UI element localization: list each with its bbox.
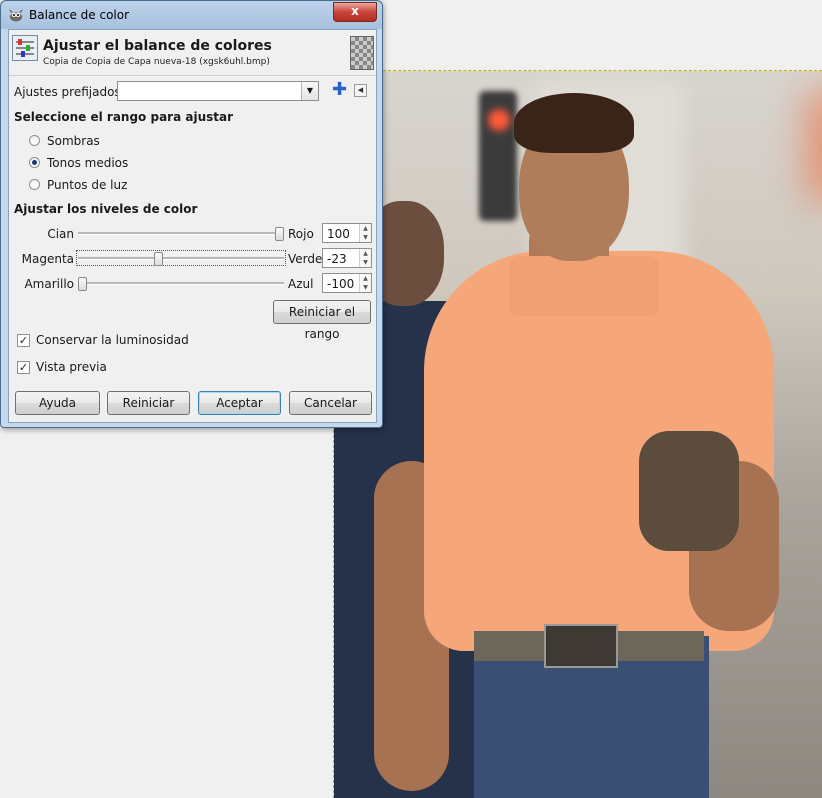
radio-shadows[interactable]: [29, 135, 40, 146]
yellow-blue-slider[interactable]: [78, 277, 284, 291]
window-title: Balance de color: [29, 8, 130, 22]
cyan-red-slider[interactable]: [78, 227, 284, 241]
cyan-red-value[interactable]: 100: [327, 227, 350, 241]
magenta-green-spinbox[interactable]: -23 ▲ ▼: [322, 248, 372, 268]
slider-green-label: Verde: [288, 252, 323, 266]
preserve-luminosity-checkbox[interactable]: ✓: [17, 334, 30, 347]
chevron-down-icon[interactable]: ▼: [301, 82, 318, 100]
spin-arrows-icon[interactable]: ▲ ▼: [359, 224, 371, 242]
radio-midtones-label[interactable]: Tonos medios: [47, 156, 128, 170]
reset-button[interactable]: Reiniciar: [107, 391, 190, 415]
photo-collar: [509, 256, 659, 316]
radio-shadows-label[interactable]: Sombras: [47, 134, 100, 148]
magenta-green-value[interactable]: -23: [327, 252, 347, 266]
slider-thumb[interactable]: [275, 227, 284, 241]
spin-arrows-icon[interactable]: ▲ ▼: [359, 274, 371, 292]
slider-track: [78, 282, 284, 285]
radio-midtones[interactable]: [29, 157, 40, 168]
photo-bag: [639, 431, 739, 551]
image-canvas[interactable]: [334, 71, 822, 798]
photo-hair: [514, 93, 634, 153]
presets-label: Ajustes prefijados:: [14, 85, 125, 99]
layer-thumbnail: [350, 36, 374, 70]
color-balance-dialog: Balance de color x Ajustar el balance de…: [0, 0, 383, 428]
presets-combo[interactable]: ▼: [117, 81, 319, 101]
layer-name: Copia de Copia de Capa nueva-18 (xgsk6uh…: [43, 57, 270, 67]
slider-thumb[interactable]: [154, 252, 163, 266]
slider-magenta-label: Magenta: [21, 252, 74, 266]
header-separator: [9, 75, 376, 76]
dialog-header: Ajustar el balance de colores Copia de C…: [9, 30, 376, 76]
cancel-button[interactable]: Cancelar: [289, 391, 372, 415]
gimp-wilber-icon: [9, 9, 23, 22]
slider-red-label: Rojo: [288, 227, 314, 241]
preset-menu-icon[interactable]: ◀: [354, 84, 367, 97]
photo-belt-buckle: [544, 624, 618, 668]
title-bar[interactable]: Balance de color x: [1, 1, 382, 29]
preview-label[interactable]: Vista previa: [36, 360, 107, 374]
photo-traffic-light-lamp: [488, 109, 510, 131]
reset-range-button[interactable]: Reiniciar el rango: [273, 300, 371, 341]
yellow-blue-spinbox[interactable]: -100 ▲ ▼: [322, 273, 372, 293]
color-balance-icon: [12, 35, 38, 61]
slider-yellow-label: Amarillo: [24, 277, 74, 291]
cyan-red-spinbox[interactable]: 100 ▲ ▼: [322, 223, 372, 243]
slider-thumb[interactable]: [78, 277, 87, 291]
photo-background-sign: [804, 91, 822, 201]
dialog-heading: Ajustar el balance de colores: [43, 38, 272, 54]
magenta-green-slider[interactable]: [76, 250, 286, 266]
range-heading: Seleccione el rango para ajustar: [14, 110, 234, 124]
spin-arrows-icon[interactable]: ▲ ▼: [359, 249, 371, 267]
preview-checkbox[interactable]: ✓: [17, 361, 30, 374]
add-preset-icon[interactable]: ✚: [332, 80, 347, 100]
slider-cyan-label: Cian: [47, 227, 74, 241]
slider-blue-label: Azul: [288, 277, 314, 291]
yellow-blue-value[interactable]: -100: [327, 277, 354, 291]
preserve-luminosity-label[interactable]: Conservar la luminosidad: [36, 333, 189, 347]
help-button[interactable]: Ayuda: [15, 391, 100, 415]
radio-highlights-label[interactable]: Puntos de luz: [47, 178, 127, 192]
close-button[interactable]: x: [333, 2, 377, 22]
levels-heading: Ajustar los niveles de color: [14, 202, 198, 216]
radio-highlights[interactable]: [29, 179, 40, 190]
slider-track: [78, 257, 284, 260]
dialog-content: Ajustar el balance de colores Copia de C…: [8, 29, 377, 423]
slider-track: [78, 232, 284, 235]
ok-button[interactable]: Aceptar: [198, 391, 281, 415]
